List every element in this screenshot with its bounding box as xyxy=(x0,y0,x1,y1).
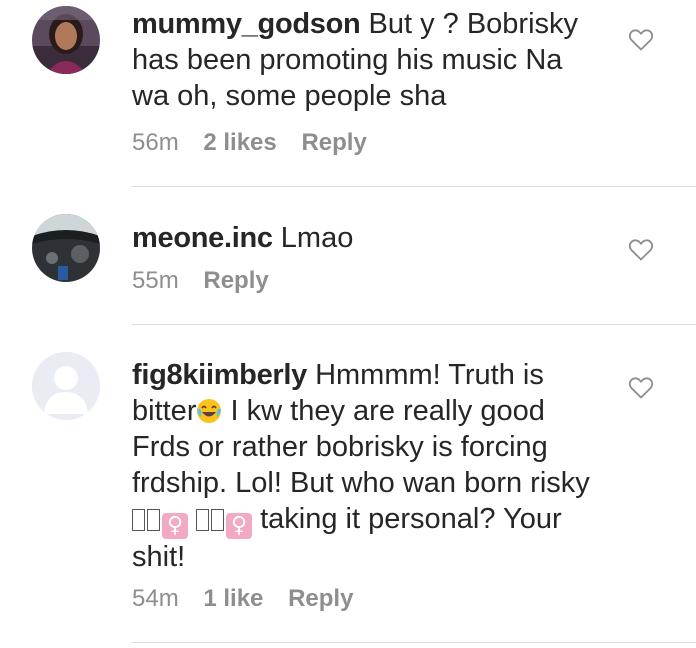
reply-button[interactable]: Reply xyxy=(288,585,353,612)
reply-button[interactable]: Reply xyxy=(301,129,366,156)
missing-glyph-icon xyxy=(196,509,210,531)
missing-glyph-icon xyxy=(211,509,225,531)
avatar[interactable] xyxy=(32,6,100,74)
avatar[interactable] xyxy=(32,352,100,420)
heart-icon[interactable] xyxy=(628,376,654,400)
female-sign-icon: ♀ xyxy=(162,513,188,539)
comment-meta: 54m 1 like Reply xyxy=(132,584,371,614)
comment-time: 54m xyxy=(132,585,179,612)
avatar[interactable] xyxy=(32,214,100,282)
comment-time: 55m xyxy=(132,267,179,294)
comment-text: fig8kiimberly Hmmmm! Truth is bitter I k… xyxy=(132,357,602,575)
missing-glyph-icon xyxy=(132,509,145,531)
missing-glyph-icon xyxy=(147,509,160,531)
comment-time: 56m xyxy=(132,129,179,156)
default-avatar-icon xyxy=(32,352,100,420)
comment-body: Lmao xyxy=(280,222,354,254)
face-with-tears-of-joy-emoji-icon xyxy=(197,399,222,423)
heart-icon[interactable] xyxy=(628,238,654,262)
user-photo-icon xyxy=(32,6,100,74)
comment-username[interactable]: meone.inc xyxy=(132,222,273,254)
comment-likes[interactable]: 2 likes xyxy=(203,129,276,156)
comment-text: mummy_godson But y ? Bobrisky has been p… xyxy=(132,6,602,114)
divider xyxy=(132,324,696,325)
comment-username[interactable]: fig8kiimberly xyxy=(132,359,307,391)
comment-meta: 55m Reply xyxy=(132,266,287,296)
comment-text: meone.inc Lmao xyxy=(132,220,602,256)
comment-username[interactable]: mummy_godson xyxy=(132,8,361,40)
divider xyxy=(132,186,696,187)
reply-button[interactable]: Reply xyxy=(203,267,268,294)
user-photo-icon xyxy=(32,214,100,282)
female-sign-icon: ♀ xyxy=(226,513,253,539)
divider xyxy=(132,642,696,643)
heart-icon[interactable] xyxy=(628,28,654,52)
comment-likes[interactable]: 1 like xyxy=(203,585,263,612)
comment-meta: 56m 2 likes Reply xyxy=(132,128,385,158)
